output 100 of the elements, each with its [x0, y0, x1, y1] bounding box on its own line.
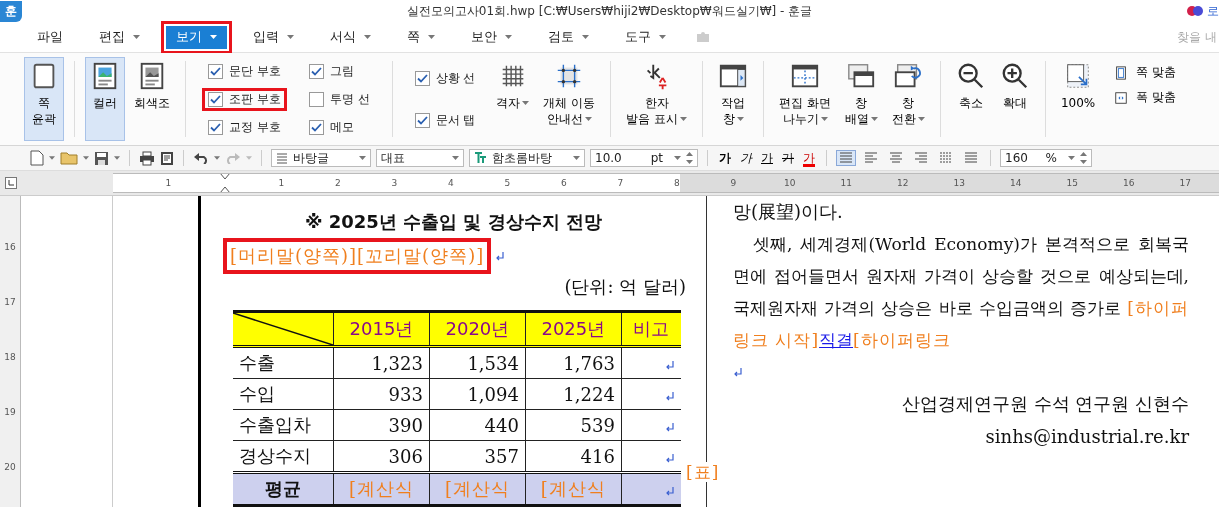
folder-icon[interactable]: [60, 151, 78, 165]
menu-tab[interactable]: 편집: [84, 20, 155, 54]
menu-tab[interactable]: 서식: [315, 20, 386, 54]
caret-icon: [573, 156, 580, 160]
checkbox[interactable]: [208, 63, 223, 79]
checkbox-option[interactable]: 조판 부호: [202, 87, 287, 111]
menu-tab[interactable]: 검토: [533, 20, 604, 54]
menu-tab[interactable]: 도구: [610, 20, 681, 54]
ruler-number: 13: [952, 178, 966, 188]
table-cell: 539: [580, 414, 615, 436]
ribbon-small-button[interactable]: 폭 맞춤: [1108, 88, 1183, 107]
ribbon-button[interactable]: 한자 발음 표시: [621, 57, 693, 141]
paragraph-mark-icon: [665, 390, 675, 401]
account-name[interactable]: 로: [1207, 2, 1219, 20]
ribbon-button[interactable]: 회색조: [129, 57, 175, 141]
checkbox[interactable]: [414, 112, 430, 128]
ribbon-button[interactable]: 개체 이동 안내선: [538, 57, 601, 141]
column-header: 2015년: [349, 318, 414, 339]
checkbox[interactable]: [208, 91, 223, 107]
format-button[interactable]: 가: [780, 149, 796, 167]
caret-icon: [133, 35, 140, 39]
paragraph-mark-icon: [733, 367, 743, 377]
paragraph-mark-icon: [665, 421, 675, 432]
spinner-icon: [1080, 152, 1087, 164]
checkbox[interactable]: [208, 119, 223, 135]
caret-icon[interactable]: [214, 156, 220, 160]
ribbon-button[interactable]: 100%: [1055, 57, 1101, 141]
undo-icon[interactable]: [193, 152, 209, 164]
checkbox-option[interactable]: 문서 탭: [408, 108, 482, 132]
horizontal-ruler[interactable]: 1 1 2 3 4 5 6 7 8 9 10 11 12 13 14 15 16 17: [113, 173, 1219, 193]
format-button[interactable]: 가: [759, 149, 775, 167]
caret-icon[interactable]: [49, 156, 55, 160]
caret-icon: [820, 117, 828, 121]
new-document-icon[interactable]: [30, 150, 44, 166]
ribbon-button[interactable]: 창 전환: [886, 57, 930, 141]
checkbox-option[interactable]: 그림: [302, 59, 376, 83]
checkbox[interactable]: [414, 70, 430, 86]
ruler-number: 2: [333, 178, 342, 188]
menu-tab[interactable]: 보안: [456, 20, 527, 54]
style-dropdown[interactable]: 바탕글: [271, 149, 371, 167]
caret-icon[interactable]: [83, 156, 89, 160]
font-size-field[interactable]: 10.0 pt: [590, 149, 698, 167]
menu-tab[interactable]: 입력: [238, 20, 309, 54]
checkbox-option[interactable]: 메모: [302, 115, 376, 139]
checkbox[interactable]: [308, 119, 324, 135]
search-field[interactable]: 찾을 내: [1175, 29, 1219, 45]
caret-icon[interactable]: [114, 156, 120, 160]
zoom-field[interactable]: 160 %: [1000, 149, 1092, 167]
ribbon-button[interactable]: 작업 창: [713, 57, 754, 141]
ruler-number: 14: [1009, 178, 1023, 188]
table-cell: 1,534: [467, 352, 519, 374]
ribbon-small-button[interactable]: 쪽 맞춤: [1108, 63, 1183, 82]
paragraph-mark-icon: [665, 359, 675, 370]
ruler-number: 18: [4, 351, 16, 364]
font-dropdown[interactable]: 함초롬바탕: [469, 149, 585, 167]
ruler-number: 11: [839, 178, 853, 188]
hyperlink[interactable]: 직결: [819, 330, 854, 350]
checkbox[interactable]: [308, 91, 324, 107]
caret-icon: [659, 35, 666, 39]
formula-code: [계산식: [444, 478, 510, 499]
print-icon[interactable]: [139, 150, 155, 166]
row-label: 평균: [265, 478, 301, 499]
table-cell: 306: [388, 445, 423, 467]
ruler-number: 20: [4, 461, 16, 474]
ruler-number: 4: [446, 178, 455, 188]
caret-icon: [870, 117, 878, 121]
account-icon[interactable]: [1187, 5, 1203, 17]
format-button[interactable]: 가: [801, 149, 817, 167]
align-button[interactable]: [836, 150, 856, 166]
ribbon-button[interactable]: 컬러: [85, 57, 125, 141]
ribbon-button[interactable]: 쪽 윤곽: [24, 57, 64, 141]
ribbon-button[interactable]: 축소: [950, 57, 991, 141]
format-button[interactable]: 가: [738, 149, 754, 167]
row-label: 수입: [239, 383, 275, 404]
ribbon-button[interactable]: 확대: [994, 57, 1035, 141]
tab-type-icon[interactable]: [5, 177, 17, 189]
checkbox-option[interactable]: 문단 부호: [202, 59, 287, 83]
caret-icon: [505, 35, 512, 39]
save-icon[interactable]: [94, 150, 109, 166]
font-icon: [474, 152, 487, 164]
ribbon-button[interactable]: 창 배열: [839, 57, 883, 141]
caret-icon: [522, 101, 530, 105]
ribbon-button[interactable]: 편집 화면 나누기: [774, 57, 836, 141]
ribbon-button[interactable]: 격자: [491, 57, 535, 141]
preview-icon[interactable]: [160, 150, 174, 166]
format-button[interactable]: 가: [717, 149, 733, 167]
paragraph-style-icon: [276, 152, 288, 164]
menu-tab[interactable]: 쪽: [392, 20, 450, 54]
checkbox[interactable]: [308, 63, 324, 79]
window-title: 실전모의고사01회.hwp [C:₩Users₩hiji2₩Desktop₩워드실기₩] - 훈글: [406, 2, 813, 20]
caret-icon: [917, 117, 925, 121]
column-header: 2020년: [445, 318, 510, 339]
checkbox-option[interactable]: 교정 부호: [202, 115, 287, 139]
menu-tab[interactable]: 파일: [22, 20, 78, 54]
checkbox-option[interactable]: 상황 선: [408, 66, 482, 90]
checkbox-option[interactable]: 투명 선: [302, 87, 376, 111]
indent-marker-icon[interactable]: [219, 174, 230, 192]
caret-icon: [584, 117, 592, 121]
ruler-number: 5: [503, 178, 512, 188]
numbering-dropdown[interactable]: 대표: [376, 149, 464, 167]
